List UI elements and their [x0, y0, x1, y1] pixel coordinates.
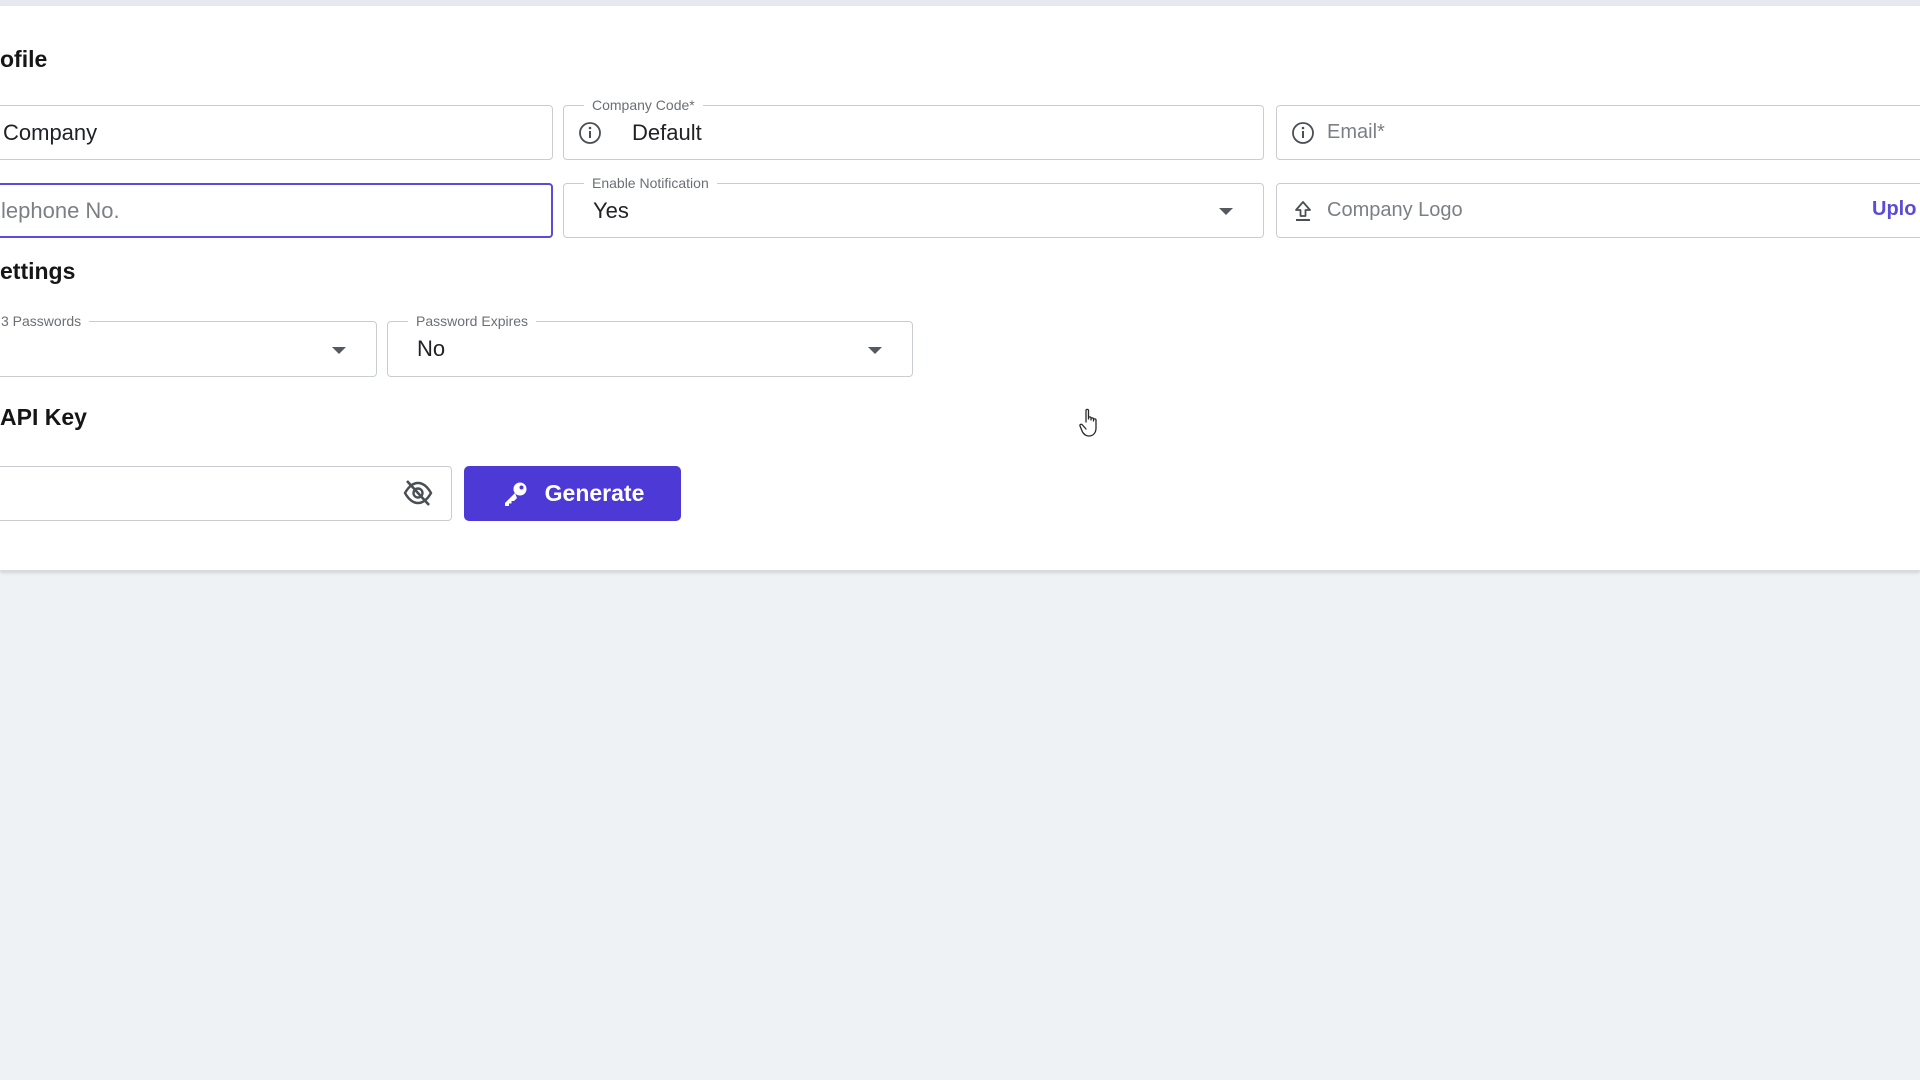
- key-icon: [501, 480, 529, 508]
- api-key-title: API Key: [0, 404, 87, 430]
- upload-link[interactable]: Uplo: [1872, 198, 1916, 221]
- generate-button[interactable]: Generate: [464, 466, 681, 521]
- eye-off-icon[interactable]: [402, 479, 434, 507]
- email-placeholder: Email*: [1327, 121, 1385, 143]
- company-code-field[interactable]: Company Code* Default: [563, 96, 1264, 160]
- info-icon[interactable]: [578, 121, 602, 145]
- info-icon[interactable]: [1291, 121, 1315, 145]
- company-name-field[interactable]: Company: [0, 105, 553, 160]
- enable-notification-select[interactable]: Enable Notification Yes: [563, 174, 1264, 238]
- settings-card: ofile Company Company Code* Default Emai…: [0, 6, 1920, 571]
- upload-icon[interactable]: [1291, 199, 1315, 223]
- chevron-down-icon[interactable]: [868, 347, 882, 354]
- last-passwords-label: 3 Passwords: [0, 312, 90, 330]
- password-expires-value: No: [417, 336, 446, 361]
- telephone-placeholder: lephone No.: [1, 197, 120, 223]
- chevron-down-icon[interactable]: [1219, 208, 1233, 215]
- hand-cursor-icon: [1078, 406, 1106, 445]
- password-expires-select[interactable]: Password Expires No: [387, 312, 913, 377]
- generate-label: Generate: [544, 480, 645, 506]
- company-logo-field[interactable]: Company Logo Uplo: [1276, 183, 1920, 238]
- telephone-field[interactable]: lephone No.: [0, 183, 553, 238]
- api-key-input[interactable]: [0, 466, 452, 521]
- company-logo-placeholder: Company Logo: [1327, 199, 1463, 221]
- email-field[interactable]: Email*: [1276, 105, 1920, 160]
- company-name-value: Company: [3, 119, 98, 145]
- chevron-down-icon[interactable]: [332, 347, 346, 354]
- last-passwords-select[interactable]: 3 Passwords: [0, 312, 377, 377]
- company-code-value: Default: [632, 119, 702, 145]
- security-settings-title: ettings: [0, 258, 76, 284]
- enable-notification-value: Yes: [593, 197, 629, 223]
- company-profile-title: ofile: [0, 46, 48, 72]
